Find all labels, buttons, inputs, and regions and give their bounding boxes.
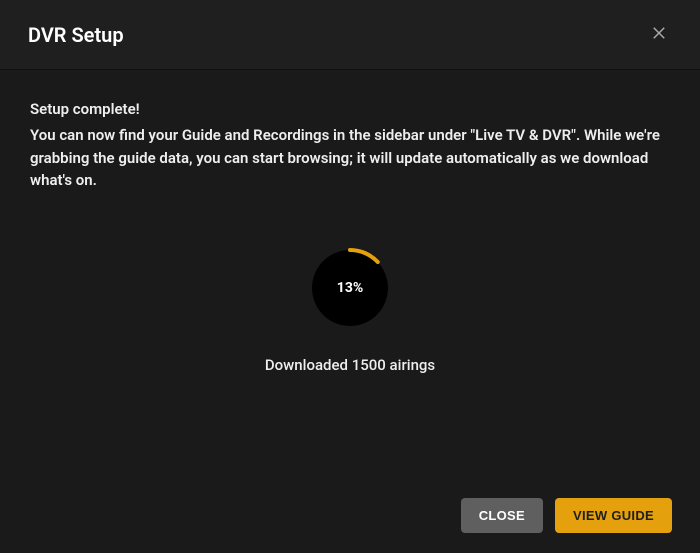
dvr-setup-modal: DVR Setup Setup complete! You can now fi… xyxy=(0,0,700,553)
setup-complete-description: You can now find your Guide and Recordin… xyxy=(30,124,670,192)
progress-ring: 13% xyxy=(310,248,390,328)
progress-area: 13% Downloaded 1500 airings xyxy=(30,248,670,374)
close-icon xyxy=(650,24,668,45)
modal-body: Setup complete! You can now find your Gu… xyxy=(0,70,700,478)
progress-status-text: Downloaded 1500 airings xyxy=(265,356,435,374)
close-button[interactable] xyxy=(646,20,672,49)
modal-footer: CLOSE VIEW GUIDE xyxy=(0,478,700,553)
close-footer-button[interactable]: CLOSE xyxy=(461,498,543,533)
view-guide-button[interactable]: VIEW GUIDE xyxy=(555,498,672,533)
modal-title: DVR Setup xyxy=(28,23,124,47)
setup-complete-heading: Setup complete! xyxy=(30,100,670,118)
progress-percent-label: 13% xyxy=(337,280,363,296)
modal-header: DVR Setup xyxy=(0,0,700,70)
